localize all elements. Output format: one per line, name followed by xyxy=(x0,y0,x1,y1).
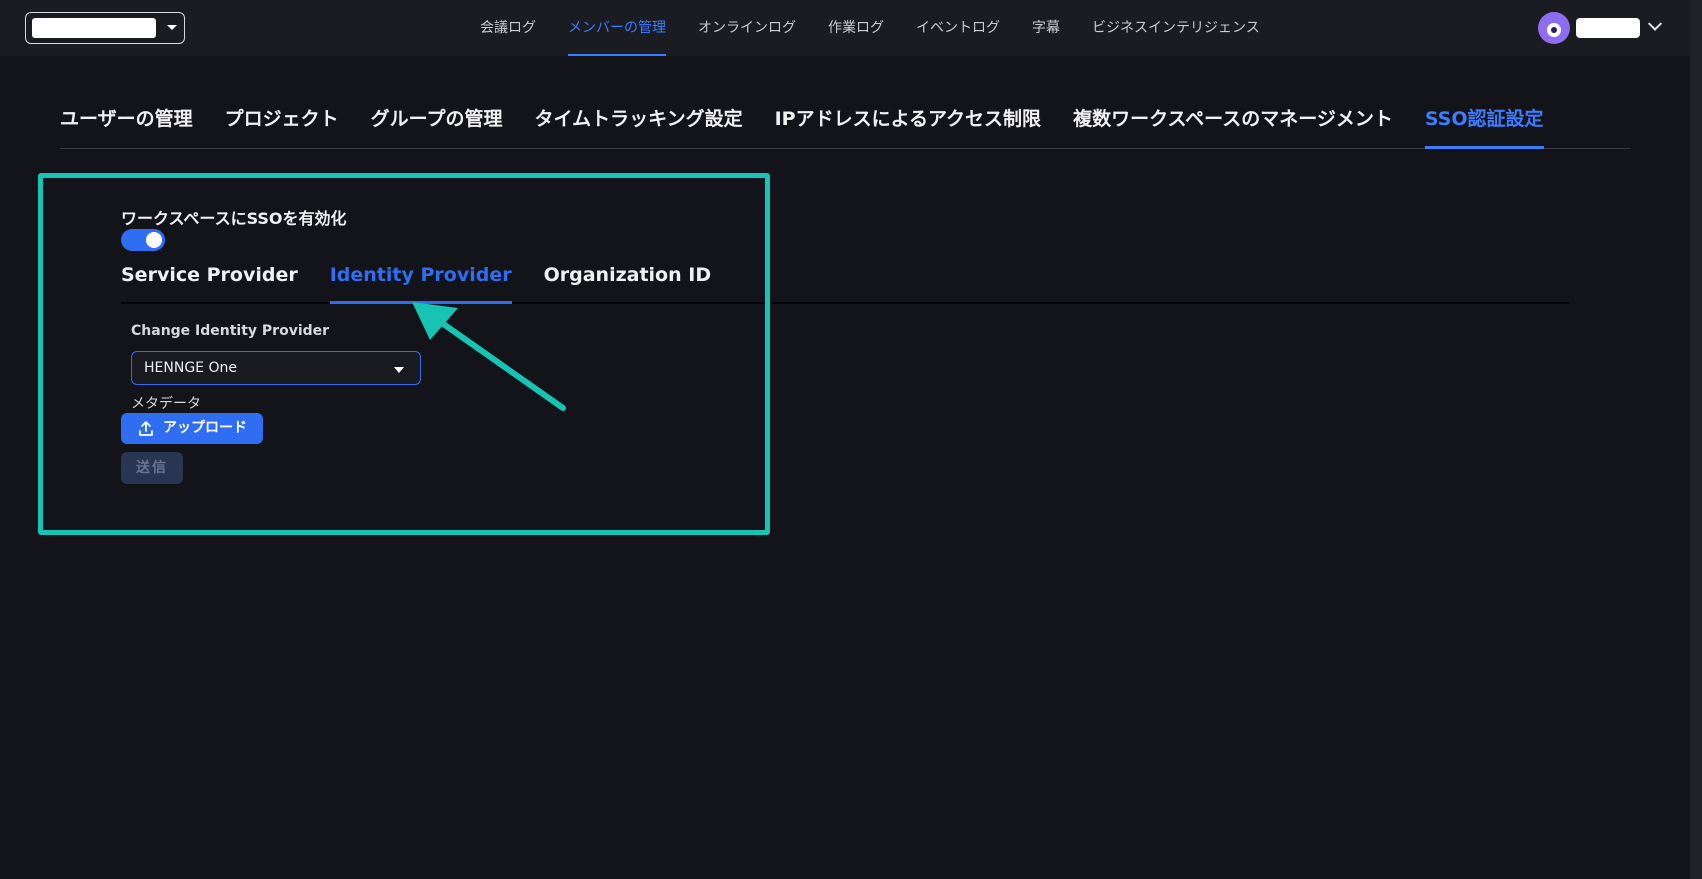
avatar[interactable] xyxy=(1538,12,1570,44)
workspace-name-redacted xyxy=(32,18,156,38)
annotation-arrow-icon xyxy=(412,302,566,411)
nav-work-log[interactable]: 作業ログ xyxy=(828,0,884,56)
tab-sso-settings[interactable]: SSO認証設定 xyxy=(1424,104,1544,149)
tab-user-management[interactable]: ユーザーの管理 xyxy=(60,104,193,148)
settings-section-tabs: ユーザーの管理 プロジェクト グループの管理 タイムトラッキング設定 IPアドレ… xyxy=(60,104,1630,149)
caret-down-icon xyxy=(167,25,177,30)
tab-multi-workspace[interactable]: 複数ワークスペースのマネージメント xyxy=(1073,104,1393,148)
tab-ip-restriction[interactable]: IPアドレスによるアクセス制限 xyxy=(775,104,1041,148)
tab-time-tracking[interactable]: タイムトラッキング設定 xyxy=(535,104,743,148)
tab-group-management[interactable]: グループの管理 xyxy=(371,104,503,148)
nav-meeting-log[interactable]: 会議ログ xyxy=(480,0,536,56)
top-navigation: 会議ログ メンバーの管理 オンラインログ 作業ログ イベントログ 字幕 ビジネス… xyxy=(480,0,1292,56)
top-bar: 会議ログ メンバーの管理 オンラインログ 作業ログ イベントログ 字幕 ビジネス… xyxy=(0,0,1702,56)
workspace-selector[interactable] xyxy=(25,12,185,44)
chevron-down-icon[interactable] xyxy=(1647,16,1663,31)
nav-event-log[interactable]: イベントログ xyxy=(916,0,1000,56)
tab-projects[interactable]: プロジェクト xyxy=(225,104,339,148)
user-menu[interactable] xyxy=(1538,12,1663,44)
nav-business-intelligence[interactable]: ビジネスインテリジェンス xyxy=(1092,0,1260,56)
nav-online-log[interactable]: オンラインログ xyxy=(698,0,796,56)
user-name-redacted xyxy=(1576,18,1640,38)
page-scrollbar[interactable] xyxy=(1690,0,1702,879)
nav-subtitles[interactable]: 字幕 xyxy=(1032,0,1060,56)
nav-member-management[interactable]: メンバーの管理 xyxy=(568,0,666,56)
